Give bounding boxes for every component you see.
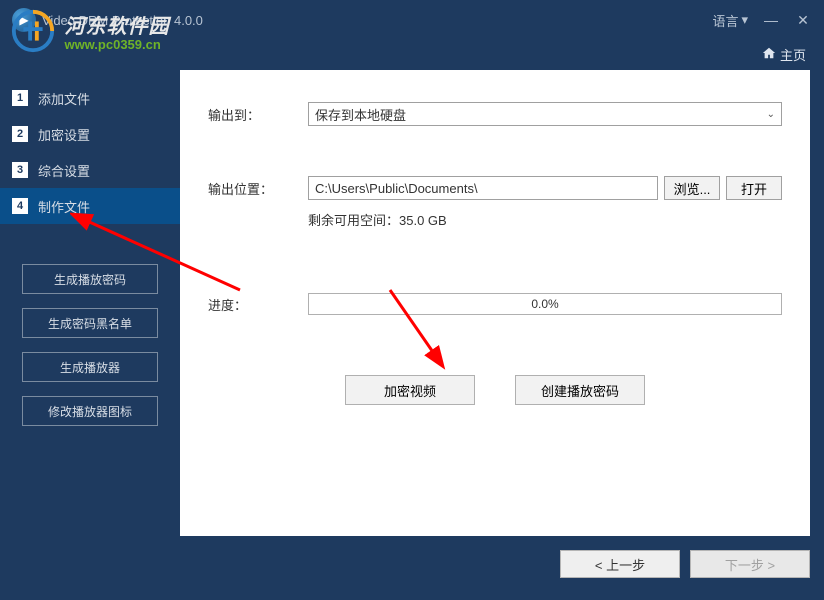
browse-button[interactable]: 浏览...: [664, 176, 720, 200]
next-step-button: 下一步 >: [690, 550, 810, 578]
output-to-label: 输出到：: [208, 105, 308, 124]
open-button[interactable]: 打开: [726, 176, 782, 200]
sidebar-step-add-files[interactable]: 1 添加文件: [0, 80, 180, 116]
home-button[interactable]: 主页: [762, 45, 806, 64]
step-number: 1: [12, 90, 28, 106]
content-panel: 输出到： 保存到本地硬盘 ⌄ 输出位置： 浏览... 打开 剩余可用空间：35.…: [180, 70, 810, 536]
close-button[interactable]: ✕: [794, 11, 812, 29]
modify-player-icon-button[interactable]: 修改播放器图标: [22, 396, 158, 426]
output-path-input[interactable]: [308, 176, 658, 200]
step-number: 2: [12, 126, 28, 142]
footer-nav: < 上一步 下一步 >: [0, 536, 824, 578]
prev-step-button[interactable]: < 上一步: [560, 550, 680, 578]
generate-play-password-button[interactable]: 生成播放密码: [22, 264, 158, 294]
sidebar-step-make-file[interactable]: 4 制作文件: [0, 188, 180, 224]
step-number: 4: [12, 198, 28, 214]
progress-label: 进度：: [208, 295, 308, 314]
encrypt-video-button[interactable]: 加密视频: [345, 375, 475, 405]
sidebar: 1 添加文件 2 加密设置 3 综合设置 4 制作文件 生成播放密码 生成密码黑…: [0, 68, 180, 536]
chevron-down-icon: ⌄: [767, 109, 775, 120]
generate-player-button[interactable]: 生成播放器: [22, 352, 158, 382]
output-path-label: 输出位置：: [208, 179, 308, 198]
home-label: 主页: [780, 45, 806, 64]
step-label: 添加文件: [38, 89, 90, 108]
free-space-text: 剩余可用空间：35.0 GB: [308, 210, 782, 229]
progress-bar: 0.0%: [308, 293, 782, 315]
sidebar-step-general-settings[interactable]: 3 综合设置: [0, 152, 180, 188]
output-to-value: 保存到本地硬盘: [315, 105, 406, 124]
step-number: 3: [12, 162, 28, 178]
step-label: 加密设置: [38, 125, 90, 144]
step-label: 制作文件: [38, 197, 90, 216]
sidebar-step-encrypt-settings[interactable]: 2 加密设置: [0, 116, 180, 152]
language-selector[interactable]: 语言 ▾: [712, 11, 748, 30]
progress-value: 0.0%: [531, 297, 558, 311]
app-logo: ▶ Video DRM Protection 4.0.0: [12, 8, 203, 32]
titlebar: ▶ Video DRM Protection 4.0.0 语言 ▾ — ✕: [0, 0, 824, 40]
minimize-button[interactable]: —: [762, 11, 780, 29]
create-play-password-button[interactable]: 创建播放密码: [515, 375, 645, 405]
language-label: 语言: [712, 11, 738, 30]
chevron-down-icon: ▾: [741, 12, 748, 28]
app-title: Video DRM Protection 4.0.0: [42, 13, 203, 28]
home-icon: [762, 46, 776, 63]
output-to-select[interactable]: 保存到本地硬盘 ⌄: [308, 102, 782, 126]
generate-password-blacklist-button[interactable]: 生成密码黑名单: [22, 308, 158, 338]
app-logo-icon: ▶: [12, 8, 36, 32]
step-label: 综合设置: [38, 161, 90, 180]
